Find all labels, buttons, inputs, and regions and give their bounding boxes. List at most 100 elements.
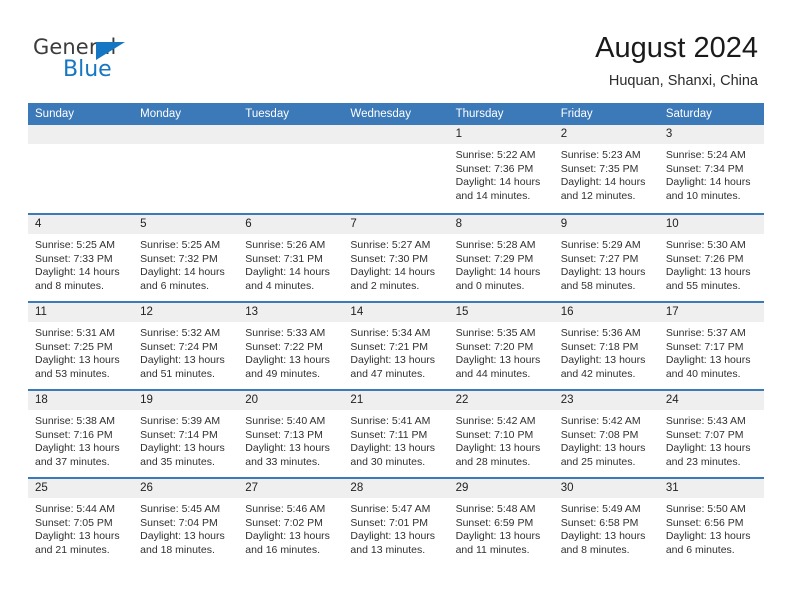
calendar-grid: Sunday Monday Tuesday Wednesday Thursday… xyxy=(28,103,764,565)
sunset-text: Sunset: 7:08 PM xyxy=(560,428,639,441)
calendar-day-cell[interactable]: 20 Sunrise: 5:40 AM Sunset: 7:13 PM Dayligh… xyxy=(238,391,344,477)
calendar-day-cell[interactable]: 11 Sunrise: 5:31 AM Sunset: 7:25 PM Dayligh… xyxy=(28,303,134,389)
daylight-text-line1: Daylight: 13 hours xyxy=(35,530,120,543)
daylight-text-line2: and 10 minutes. xyxy=(665,189,741,202)
calendar-day-number: 13 xyxy=(238,303,344,322)
sunrise-text: Sunrise: 5:25 AM xyxy=(140,239,221,251)
sunrise-text: Sunrise: 5:48 AM xyxy=(455,503,536,515)
sunrise-text: Sunrise: 5:49 AM xyxy=(560,503,641,515)
calendar-day-cell[interactable]: 12 Sunrise: 5:32 AM Sunset: 7:24 PM Dayligh… xyxy=(133,303,239,389)
sunset-text: Sunset: 7:24 PM xyxy=(140,340,218,353)
calendar-day-cell[interactable]: 16 Sunrise: 5:36 AM Sunset: 7:18 PM Dayligh… xyxy=(553,303,659,389)
calendar-day-cell[interactable]: 19 Sunrise: 5:39 AM Sunset: 7:14 PM Dayligh… xyxy=(133,391,239,477)
calendar-day-cell[interactable]: 23 Sunrise: 5:42 AM Sunset: 7:08 PM Dayligh… xyxy=(553,391,659,477)
daylight-text-line1: Daylight: 13 hours xyxy=(560,354,646,367)
calendar-day-cell[interactable]: 25 Sunrise: 5:44 AM Sunset: 7:05 PM Dayligh… xyxy=(28,479,134,565)
calendar-day-details: Sunrise: 5:22 AM Sunset: 7:36 PM Daylight:… xyxy=(449,144,554,203)
calendar-day-cell[interactable]: 29 Sunrise: 5:48 AM Sunset: 6:59 PM Dayligh… xyxy=(448,479,554,565)
daylight-text-line1: Daylight: 13 hours xyxy=(560,442,646,455)
calendar-day-details: Sunrise: 5:44 AM Sunset: 7:05 PM Daylight:… xyxy=(28,498,133,557)
calendar-day-details: Sunrise: 5:26 AM Sunset: 7:31 PM Daylight:… xyxy=(238,234,343,293)
calendar-day-cell[interactable]: 7 Sunrise: 5:27 AM Sunset: 7:30 PM Daylight… xyxy=(343,215,449,301)
calendar-day-cell[interactable]: 9 Sunrise: 5:29 AM Sunset: 7:27 PM Daylight… xyxy=(553,215,659,301)
calendar-weeks: 1 Sunrise: 5:22 AM Sunset: 7:36 PM Daylight… xyxy=(28,125,764,565)
sunset-text: Sunset: 7:22 PM xyxy=(245,340,323,353)
daylight-text-line1: Daylight: 13 hours xyxy=(245,354,330,367)
calendar-day-cell[interactable]: 28 Sunrise: 5:47 AM Sunset: 7:01 PM Dayligh… xyxy=(343,479,449,565)
sunrise-text: Sunrise: 5:42 AM xyxy=(455,415,536,427)
sunset-text: Sunset: 7:05 PM xyxy=(35,516,113,529)
calendar-day-number: 15 xyxy=(448,303,554,322)
daylight-text-line2: and 35 minutes. xyxy=(140,455,215,468)
calendar-week-row: 11 Sunrise: 5:31 AM Sunset: 7:25 PM Dayligh… xyxy=(28,301,764,389)
calendar-day-details: Sunrise: 5:42 AM Sunset: 7:08 PM Daylight:… xyxy=(554,410,659,469)
page-header: General Blue August 2024 Huquan, Shanxi,… xyxy=(0,0,792,100)
sunrise-text: Sunrise: 5:44 AM xyxy=(35,503,115,515)
daylight-text-line1: Daylight: 14 hours xyxy=(350,266,436,279)
sunset-text: Sunset: 7:35 PM xyxy=(560,162,639,175)
sunrise-text: Sunrise: 5:40 AM xyxy=(245,415,326,427)
daylight-text-line1: Daylight: 13 hours xyxy=(35,354,120,367)
weekday-header-thursday: Thursday xyxy=(455,108,504,120)
calendar-day-cell[interactable]: 14 Sunrise: 5:34 AM Sunset: 7:21 PM Dayligh… xyxy=(343,303,449,389)
calendar-day-cell[interactable]: 30 Sunrise: 5:49 AM Sunset: 6:58 PM Dayligh… xyxy=(553,479,659,565)
daylight-text-line2: and 11 minutes. xyxy=(455,543,530,556)
calendar-day-cell[interactable]: 26 Sunrise: 5:45 AM Sunset: 7:04 PM Dayligh… xyxy=(133,479,239,565)
sunrise-text: Sunrise: 5:34 AM xyxy=(350,327,431,339)
calendar-day-details: Sunrise: 5:40 AM Sunset: 7:13 PM Daylight:… xyxy=(238,410,343,469)
daylight-text-line1: Daylight: 14 hours xyxy=(35,266,120,279)
calendar-day-details: Sunrise: 5:29 AM Sunset: 7:27 PM Daylight:… xyxy=(554,234,659,293)
daylight-text-line2: and 55 minutes. xyxy=(665,279,741,292)
sunrise-text: Sunrise: 5:26 AM xyxy=(245,239,326,251)
calendar-day-cell[interactable]: 18 Sunrise: 5:38 AM Sunset: 7:16 PM Dayligh… xyxy=(28,391,134,477)
sunset-text: Sunset: 6:58 PM xyxy=(560,516,639,529)
calendar-day-cell[interactable]: 10 Sunrise: 5:30 AM Sunset: 7:26 PM Dayligh… xyxy=(658,215,764,301)
daylight-text-line1: Daylight: 13 hours xyxy=(560,266,646,279)
daylight-text-line1: Daylight: 13 hours xyxy=(140,354,225,367)
calendar-day-number: 26 xyxy=(133,479,239,498)
calendar-day-cell[interactable]: 6 Sunrise: 5:26 AM Sunset: 7:31 PM Daylight… xyxy=(238,215,344,301)
calendar-day-cell-empty xyxy=(133,125,239,213)
calendar-day-cell[interactable]: 8 Sunrise: 5:28 AM Sunset: 7:29 PM Daylight… xyxy=(448,215,554,301)
calendar-day-cell[interactable]: 13 Sunrise: 5:33 AM Sunset: 7:22 PM Dayligh… xyxy=(238,303,344,389)
calendar-day-cell[interactable]: 21 Sunrise: 5:41 AM Sunset: 7:11 PM Dayligh… xyxy=(343,391,449,477)
sunrise-text: Sunrise: 5:22 AM xyxy=(455,149,536,161)
calendar-day-details: Sunrise: 5:50 AM Sunset: 6:56 PM Daylight:… xyxy=(659,498,764,557)
calendar-day-cell[interactable]: 4 Sunrise: 5:25 AM Sunset: 7:33 PM Daylight… xyxy=(28,215,134,301)
sunrise-text: Sunrise: 5:27 AM xyxy=(350,239,431,251)
sunrise-text: Sunrise: 5:24 AM xyxy=(665,149,746,161)
calendar-day-cell[interactable]: 15 Sunrise: 5:35 AM Sunset: 7:20 PM Dayligh… xyxy=(448,303,554,389)
daylight-text-line2: and 25 minutes. xyxy=(560,455,636,468)
calendar-day-cell[interactable]: 5 Sunrise: 5:25 AM Sunset: 7:32 PM Daylight… xyxy=(133,215,239,301)
calendar-day-number: 31 xyxy=(658,479,764,498)
sunrise-text: Sunrise: 5:32 AM xyxy=(140,327,221,339)
calendar-day-number: 19 xyxy=(133,391,239,410)
calendar-day-cell[interactable]: 31 Sunrise: 5:50 AM Sunset: 6:56 PM Dayligh… xyxy=(658,479,764,565)
daylight-text-line2: and 53 minutes. xyxy=(35,367,110,380)
sunrise-text: Sunrise: 5:50 AM xyxy=(665,503,746,515)
calendar-day-cell[interactable]: 2 Sunrise: 5:23 AM Sunset: 7:35 PM Daylight… xyxy=(553,125,659,213)
calendar-day-cell[interactable]: 24 Sunrise: 5:43 AM Sunset: 7:07 PM Dayligh… xyxy=(658,391,764,477)
daylight-text-line2: and 40 minutes. xyxy=(665,367,741,380)
daylight-text-line2: and 44 minutes. xyxy=(455,367,531,380)
calendar-day-cell[interactable]: 27 Sunrise: 5:46 AM Sunset: 7:02 PM Dayligh… xyxy=(238,479,344,565)
calendar-day-cell-empty xyxy=(343,125,449,213)
calendar-day-number: 30 xyxy=(553,479,659,498)
daylight-text-line2: and 42 minutes. xyxy=(560,367,636,380)
calendar-week-row: 25 Sunrise: 5:44 AM Sunset: 7:05 PM Dayligh… xyxy=(28,477,764,565)
calendar-day-cell[interactable]: 1 Sunrise: 5:22 AM Sunset: 7:36 PM Daylight… xyxy=(448,125,554,213)
calendar-day-cell[interactable]: 17 Sunrise: 5:37 AM Sunset: 7:17 PM Dayligh… xyxy=(658,303,764,389)
calendar-day-cell[interactable]: 22 Sunrise: 5:42 AM Sunset: 7:10 PM Dayligh… xyxy=(448,391,554,477)
daylight-text-line1: Daylight: 13 hours xyxy=(350,354,436,367)
calendar-page: General Blue August 2024 Huquan, Shanxi,… xyxy=(0,0,792,612)
weekday-header-wednesday: Wednesday xyxy=(350,108,411,120)
calendar-day-cell[interactable]: 3 Sunrise: 5:24 AM Sunset: 7:34 PM Daylight… xyxy=(658,125,764,213)
daylight-text-line2: and 51 minutes. xyxy=(140,367,215,380)
daylight-text-line1: Daylight: 14 hours xyxy=(455,176,541,189)
sunrise-text: Sunrise: 5:30 AM xyxy=(665,239,746,251)
daylight-text-line1: Daylight: 13 hours xyxy=(350,530,436,543)
weekday-header-sunday: Sunday xyxy=(35,108,75,120)
calendar-day-details: Sunrise: 5:39 AM Sunset: 7:14 PM Daylight:… xyxy=(133,410,238,469)
sunrise-text: Sunrise: 5:25 AM xyxy=(35,239,115,251)
calendar-day-number: 14 xyxy=(343,303,449,322)
